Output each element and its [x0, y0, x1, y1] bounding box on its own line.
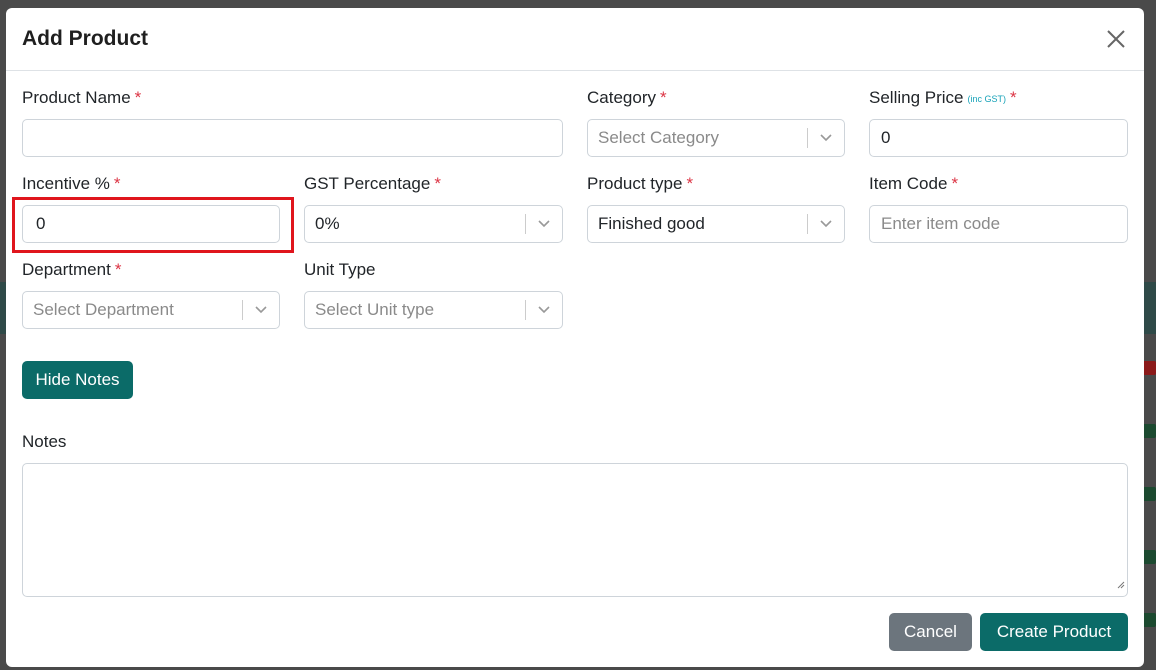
unit-type-select[interactable]: Select Unit type — [304, 291, 563, 329]
gst-select-value: 0% — [315, 214, 340, 233]
incentive-highlight-box — [12, 197, 294, 253]
department-select[interactable]: Select Department — [22, 291, 280, 329]
chevron-down-icon[interactable] — [526, 292, 562, 328]
modal-title: Add Product — [22, 27, 148, 50]
chevron-down-icon[interactable] — [526, 206, 562, 242]
department-select-value: Select Department — [33, 300, 174, 319]
unit-type-select-value: Select Unit type — [315, 300, 435, 319]
gst-percentage-select[interactable]: 0% — [304, 205, 563, 243]
chevron-down-icon[interactable] — [808, 120, 844, 156]
gst-percentage-label: GST Percentage * — [304, 174, 441, 193]
background-badge — [1142, 424, 1156, 438]
create-product-button[interactable]: Create Product — [980, 613, 1128, 651]
product-type-label: Product type * — [587, 174, 694, 193]
chevron-down-icon[interactable] — [243, 292, 279, 328]
chevron-down-icon[interactable] — [808, 206, 844, 242]
unit-type-label: Unit Type — [304, 260, 376, 279]
background-badge — [1142, 613, 1156, 627]
close-icon[interactable] — [1104, 27, 1128, 51]
selling-price-label: Selling Price (inc GST) * — [869, 88, 1017, 107]
product-type-select-value: Finished good — [598, 214, 705, 233]
add-product-modal: Add Product Product Name * Category * Sell… — [6, 8, 1144, 667]
department-label: Department * — [22, 260, 122, 279]
incentive-label: Incentive % * — [22, 174, 121, 193]
product-name-input[interactable] — [22, 119, 563, 157]
category-select[interactable]: Select Category — [587, 119, 845, 157]
modal-header: Add Product — [6, 8, 1144, 71]
notes-label: Notes — [22, 432, 67, 451]
selling-price-input[interactable]: 0 — [869, 119, 1128, 157]
notes-textarea[interactable] — [22, 463, 1128, 597]
resize-handle-icon[interactable] — [1115, 576, 1125, 594]
background-badge — [1142, 550, 1156, 564]
background-badge — [1142, 361, 1156, 375]
item-code-input[interactable]: Enter item code — [869, 205, 1128, 243]
gst-note: (inc GST) — [967, 93, 1007, 104]
hide-notes-button[interactable]: Hide Notes — [22, 361, 133, 399]
cancel-button[interactable]: Cancel — [889, 613, 972, 651]
product-name-label: Product Name * — [22, 88, 142, 107]
product-type-select[interactable]: Finished good — [587, 205, 845, 243]
category-label: Category * — [587, 88, 667, 107]
background-badge — [1142, 487, 1156, 501]
item-code-label: Item Code * — [869, 174, 959, 193]
category-select-value: Select Category — [598, 128, 719, 147]
